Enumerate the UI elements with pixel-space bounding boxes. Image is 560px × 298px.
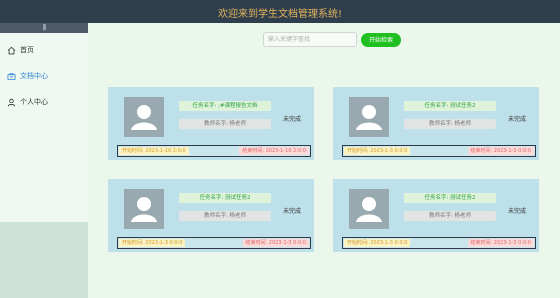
sidebar-item-label: 个人中心 [20, 98, 48, 106]
teacher-name: 教师名字: 杨老师 [179, 211, 271, 221]
teacher-name: 教师名字: 杨老师 [404, 211, 496, 221]
end-time: 结束时间: 2023-1-3 0:0:0 [467, 239, 534, 247]
task-card[interactable]: 任务名字: 测试任务2 教师名字: 杨老师 未完成 开始时间: 2023-1-3… [333, 179, 539, 252]
sidebar-item-label: 文档中心 [20, 72, 48, 80]
task-name: 任务名字: 测试任务2 [404, 193, 496, 203]
user-placeholder-icon [131, 197, 157, 222]
sidebar-item-label: 首页 [20, 46, 34, 54]
user-placeholder-icon [356, 105, 382, 130]
status-badge: 未完成 [283, 116, 302, 123]
start-time: 开始时间: 2023-1-3 0:0:0 [344, 239, 411, 247]
sidebar-collapse-toggle[interactable]: ||| [0, 23, 88, 33]
end-time: 结束时间: 2023-1-3 0:0:0 [467, 147, 534, 155]
time-range-bar: 开始时间: 2023-1-10 2:0:0 结束时间: 2023-1-10 2:… [117, 145, 311, 157]
folder-icon [7, 72, 16, 80]
user-icon [7, 98, 16, 106]
user-placeholder-icon [131, 105, 157, 130]
end-time: 结束时间: 2023-1-10 2:0:0 [239, 147, 309, 155]
avatar [349, 189, 389, 229]
time-range-bar: 开始时间: 2023-1-3 0:0:0 结束时间: 2023-1-3 0:0:… [117, 237, 311, 249]
avatar [124, 97, 164, 137]
page-title: 欢迎来到学生文档管理系统! [217, 9, 342, 20]
task-name: 任务名字: 测试任务2 [404, 101, 496, 111]
teacher-name: 教师名字: 杨老师 [404, 119, 496, 129]
status-badge: 未完成 [508, 116, 527, 123]
search-button[interactable]: 开始检索 [361, 32, 401, 47]
status-badge: 未完成 [283, 208, 302, 215]
start-time: 开始时间: 2023-1-10 2:0:0 [119, 147, 189, 155]
sidebar: ||| 首页 文档中心 个人中心 [0, 23, 88, 298]
search-bar: 开始检索 [263, 32, 401, 47]
teacher-name: 教师名字: 杨老师 [179, 119, 271, 129]
avatar [124, 189, 164, 229]
task-name: 任务名字: ;#课程报告文档 [179, 101, 271, 111]
task-card[interactable]: 任务名字: 测试任务2 教师名字: 杨老师 未完成 开始时间: 2023-1-3… [108, 179, 314, 252]
sidebar-item-personal-center[interactable]: 个人中心 [0, 89, 88, 115]
home-icon [7, 46, 16, 54]
top-header-bar: 欢迎来到学生文档管理系统! [0, 0, 560, 23]
end-time: 结束时间: 2023-1-3 0:0:0 [242, 239, 309, 247]
sidebar-menu: 首页 文档中心 个人中心 [0, 33, 88, 222]
time-range-bar: 开始时间: 2023-1-3 0:0:0 结束时间: 2023-1-3 0:0:… [342, 145, 536, 157]
time-range-bar: 开始时间: 2023-1-3 0:0:0 结束时间: 2023-1-3 0:0:… [342, 237, 536, 249]
avatar [349, 97, 389, 137]
task-name: 任务名字: 测试任务2 [179, 193, 271, 203]
status-badge: 未完成 [508, 208, 527, 215]
start-time: 开始时间: 2023-1-3 0:0:0 [119, 239, 186, 247]
start-time: 开始时间: 2023-1-3 0:0:0 [344, 147, 411, 155]
sidebar-item-home[interactable]: 首页 [0, 37, 88, 63]
sidebar-item-document-center[interactable]: 文档中心 [0, 63, 88, 89]
user-placeholder-icon [356, 197, 382, 222]
task-card[interactable]: 任务名字: 测试任务2 教师名字: 杨老师 未完成 开始时间: 2023-1-3… [333, 87, 539, 160]
task-card[interactable]: 任务名字: ;#课程报告文档 教师名字: 杨老师 未完成 开始时间: 2023-… [108, 87, 314, 160]
search-input[interactable] [263, 32, 357, 47]
